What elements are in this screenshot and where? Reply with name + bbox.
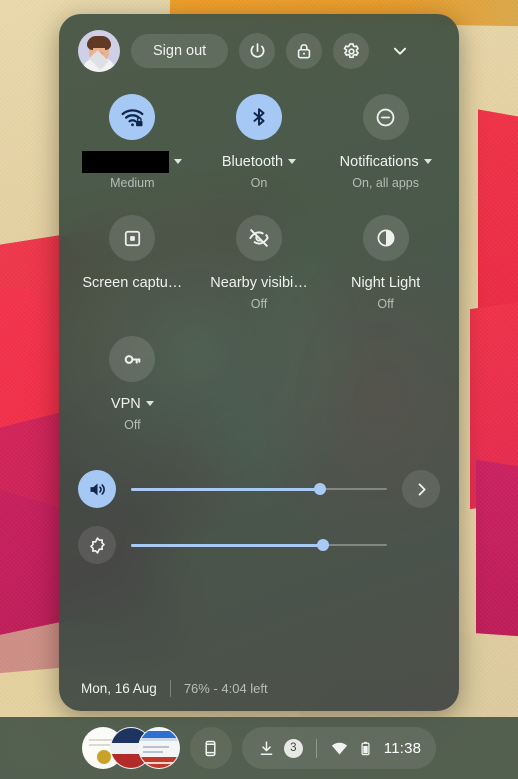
wallpaper-shape [478, 109, 518, 341]
wallpaper-shape [470, 290, 518, 510]
pod-bluetooth-icon-bg [235, 94, 282, 140]
pod-bluetooth-label: Bluetooth [221, 153, 284, 170]
pod-screen-capture-label-row: Screen captu… [82, 273, 182, 292]
pod-night-light-label: Night Light [350, 274, 421, 291]
pod-screen-capture-icon-bg [109, 215, 156, 261]
lock-button[interactable] [286, 33, 323, 69]
pod-screen-capture-label: Screen captu… [82, 274, 183, 291]
date-label[interactable]: Mon, 16 Aug [81, 681, 157, 696]
download-count: 3 [290, 742, 297, 754]
shelf: 3 11:38 [0, 717, 518, 779]
gear-icon [343, 42, 359, 58]
pod-vpn-icon-bg [109, 336, 156, 382]
pod-nearby-label-row: Nearby visibi… [210, 273, 308, 292]
pod-nearby-label: Nearby visibi… [210, 274, 308, 291]
volume-expand-button[interactable] [402, 470, 440, 508]
pod-network-label-row [82, 150, 183, 173]
pod-notifications-icon-bg [362, 94, 409, 140]
screen-capture-icon [124, 230, 140, 246]
brightness-fill [131, 543, 323, 547]
avatar[interactable] [78, 30, 120, 72]
volume-thumb[interactable] [314, 483, 327, 495]
quick-settings-panel: Sign out Medium Bluetooth On Notificatio… [59, 14, 459, 711]
pod-bluetooth-label-row: Bluetooth [221, 152, 297, 171]
chevron-down-icon[interactable] [423, 159, 432, 164]
volume-slider-row [59, 470, 459, 508]
volume-up-icon [90, 483, 105, 495]
pod-nearby-sub: Off [250, 297, 268, 311]
phone-hub-button[interactable] [189, 727, 232, 769]
pod-network[interactable]: Medium [69, 94, 196, 190]
quick-settings-footer: Mon, 16 Aug 76% - 4:04 left [59, 665, 459, 711]
pod-network-icon-bg [109, 94, 156, 140]
volume-toggle-button[interactable] [78, 470, 116, 508]
sign-out-label: Sign out [153, 43, 207, 59]
pod-vpn-sub: Off [124, 418, 141, 432]
pod-screen-capture[interactable]: Screen captu… [69, 215, 196, 311]
status-tray[interactable]: 3 11:38 [241, 727, 437, 769]
tray-divider [315, 738, 317, 758]
settings-button[interactable] [333, 33, 370, 69]
pod-night-light-label-row: Night Light [351, 273, 420, 292]
pod-bluetooth[interactable]: Bluetooth On [196, 94, 323, 190]
chevron-down-icon[interactable] [145, 401, 154, 406]
phone-icon [205, 740, 216, 756]
brightness-thumb[interactable] [317, 539, 329, 551]
download-count-badge: 3 [283, 738, 303, 758]
power-button[interactable] [239, 33, 276, 69]
wifi-icon[interactable] [330, 739, 349, 758]
chevron-down-icon[interactable] [174, 159, 183, 164]
battery-status-label[interactable]: 76% - 4:04 left [184, 681, 268, 696]
pod-notifications-sub: On, all apps [352, 176, 420, 190]
volume-slider[interactable] [131, 479, 387, 499]
wallpaper-shape [476, 459, 518, 671]
feature-pod-row: VPN Off [59, 336, 459, 432]
collapse-button[interactable] [382, 33, 418, 69]
shelf-app-icons [81, 727, 180, 769]
key-icon [124, 354, 141, 364]
feature-pod-row: Medium Bluetooth On Notifications On, al… [59, 94, 459, 190]
pod-vpn[interactable]: VPN Off [69, 336, 196, 432]
bluetooth-icon [253, 108, 265, 126]
pod-notifications[interactable]: Notifications On, all apps [322, 94, 449, 190]
feature-pod-row: Screen captu… Nearby visibi… Off Night L… [59, 215, 459, 311]
pod-notifications-label: Notifications [339, 153, 419, 170]
do-not-disturb-icon [376, 108, 395, 126]
pod-vpn-label: VPN [110, 395, 141, 412]
quick-settings-header: Sign out [59, 14, 459, 72]
pod-nearby-icon-bg [235, 215, 282, 261]
battery-icon[interactable] [357, 739, 374, 758]
chevron-down-icon[interactable] [288, 159, 297, 164]
brightness-slider[interactable] [131, 535, 387, 555]
wifi-locked-icon [121, 108, 144, 126]
power-icon [250, 42, 265, 58]
download-icon[interactable] [257, 739, 276, 758]
lock-icon [298, 44, 311, 59]
desktop: Sign out Medium Bluetooth On Notificatio… [0, 0, 518, 779]
sign-out-button[interactable]: Sign out [131, 34, 229, 68]
pod-nearby-visibility[interactable]: Nearby visibi… Off [196, 215, 323, 311]
pod-night-light-icon-bg [362, 215, 409, 261]
brightness-icon-button[interactable] [78, 526, 116, 564]
brightness-icon [89, 536, 105, 554]
eye-off-icon [249, 229, 269, 247]
chevron-right-icon [418, 482, 426, 496]
pod-vpn-label-row: VPN [111, 394, 154, 413]
volume-fill [131, 487, 321, 491]
clock-label[interactable]: 11:38 [384, 740, 421, 757]
half-moon-icon [377, 229, 395, 247]
pod-night-light[interactable]: Night Light Off [322, 215, 449, 311]
shelf-app-item[interactable] [137, 727, 180, 769]
footer-divider [169, 679, 171, 697]
pod-network-sub: Medium [110, 176, 155, 190]
pod-night-light-sub: Off [377, 297, 394, 311]
pod-bluetooth-sub: On [250, 176, 268, 190]
brightness-slider-row [59, 526, 459, 564]
pod-notifications-label-row: Notifications [340, 152, 432, 171]
chevron-down-icon [394, 47, 407, 55]
pod-network-label-redacted [82, 150, 170, 173]
